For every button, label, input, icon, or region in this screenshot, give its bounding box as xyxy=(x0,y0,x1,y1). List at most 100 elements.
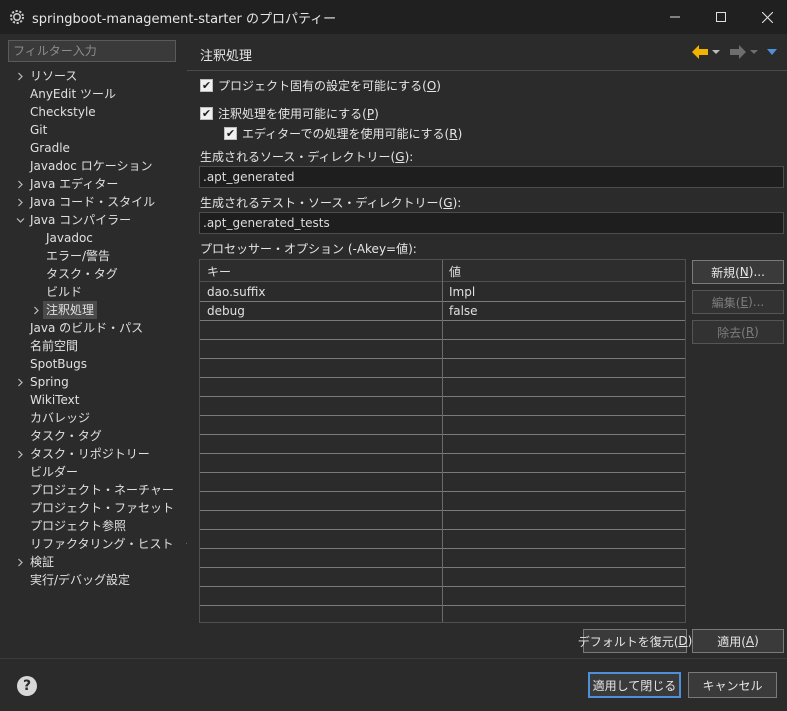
back-dropdown-icon[interactable] xyxy=(711,44,721,60)
tree-item[interactable]: ビルド xyxy=(0,283,176,301)
project-specific-label: プロジェクト固有の設定を可能にする(O) xyxy=(218,78,441,93)
chevron-right-icon[interactable] xyxy=(15,67,25,85)
tree-item-label: Java コード・スタイル xyxy=(30,195,156,209)
tree-item-label: プロジェクト・ネーチャー xyxy=(30,483,174,497)
tree-item-label: エラー/警告 xyxy=(46,249,111,263)
tree-item-label: SpotBugs xyxy=(30,357,87,371)
apply-and-close-button[interactable]: 適用して閉じる xyxy=(588,672,681,698)
remove-button[interactable]: 除去(R) xyxy=(692,320,784,344)
chevron-right-icon[interactable] xyxy=(15,553,25,571)
tree-item[interactable]: リソース xyxy=(0,67,176,85)
tree-item[interactable]: Java コンパイラー xyxy=(0,211,176,229)
source-dir-field[interactable] xyxy=(199,166,784,188)
tree-item-label: Javadoc xyxy=(46,231,93,245)
tree-item-label: WikiText xyxy=(30,393,80,407)
close-icon xyxy=(761,11,773,23)
chevron-right-icon[interactable] xyxy=(15,445,25,463)
tree-item[interactable]: プロジェクト・ネーチャー xyxy=(0,481,176,499)
tree-item[interactable]: タスク・タグ xyxy=(0,427,176,445)
sidebar: リソース AnyEdit ツール Checkstyle Git Gradle Javado… xyxy=(0,34,198,658)
table-cell-key: dao.suffix xyxy=(207,285,266,299)
tree-item[interactable]: Checkstyle xyxy=(0,103,176,121)
tree-item[interactable]: プロジェクト参照 xyxy=(0,517,176,535)
tree-item-label: Gradle xyxy=(30,141,70,155)
tree-item[interactable]: ビルダー xyxy=(0,463,176,481)
tree-item[interactable]: Gradle xyxy=(0,139,176,157)
checkbox-checked-icon: ✔ xyxy=(200,106,213,120)
maximize-button[interactable] xyxy=(698,0,744,34)
preference-tree: リソース AnyEdit ツール Checkstyle Git Gradle Javado… xyxy=(0,67,198,589)
chevron-right-icon[interactable] xyxy=(15,373,25,391)
tree-item[interactable]: Java エディター xyxy=(0,175,176,193)
tree-item[interactable]: プロジェクト・ファセット xyxy=(0,499,176,517)
column-divider xyxy=(442,260,443,622)
tree-item[interactable]: エラー/警告 xyxy=(0,247,176,265)
apply-button[interactable]: 適用(A) xyxy=(692,629,784,653)
test-source-dir-field[interactable] xyxy=(199,212,784,234)
tree-item[interactable]: 名前空間 xyxy=(0,337,176,355)
tree-item[interactable]: Git xyxy=(0,121,176,139)
tree-item-label: Checkstyle xyxy=(30,105,96,119)
new-button[interactable]: 新規(N)... xyxy=(692,260,784,284)
tree-item-label: プロジェクト参照 xyxy=(30,519,127,533)
tree-item-label: タスク・リポジトリー xyxy=(30,447,150,461)
tree-item-label: 名前空間 xyxy=(30,339,79,353)
project-specific-checkbox[interactable]: ✔ プロジェクト固有の設定を可能にする(O) xyxy=(200,76,441,94)
forward-dropdown-icon[interactable] xyxy=(749,44,759,60)
tree-item[interactable]: Javadoc ロケーション xyxy=(0,157,176,175)
maximize-icon xyxy=(716,12,726,22)
dialog-footer: ? 適用して閉じる キャンセル xyxy=(0,659,787,711)
gear-icon xyxy=(10,10,24,24)
column-header-key[interactable]: キー xyxy=(207,263,231,280)
tree-item[interactable]: Spring xyxy=(0,373,176,391)
enable-editor-processing-label: エディターでの処理を使用可能にする(R) xyxy=(242,126,463,141)
restore-defaults-button[interactable]: デフォルトを復元(D) xyxy=(578,629,692,653)
tree-item[interactable]: カバレッジ xyxy=(0,409,176,427)
checkbox-checked-icon: ✔ xyxy=(224,126,237,140)
cancel-button[interactable]: キャンセル xyxy=(688,672,777,698)
tree-item[interactable]: リファクタリング・ヒストリー xyxy=(0,535,198,553)
tree-item[interactable]: Javadoc xyxy=(0,229,176,247)
processor-options-label: プロセッサー・オプション (-Akey=値): xyxy=(200,242,417,256)
chevron-down-icon[interactable] xyxy=(15,211,25,229)
help-icon[interactable]: ? xyxy=(17,676,37,696)
sash[interactable] xyxy=(176,34,186,658)
page-nav xyxy=(691,44,779,60)
close-button[interactable] xyxy=(744,0,787,34)
column-header-value[interactable]: 値 xyxy=(449,263,461,280)
tree-item[interactable]: SpotBugs xyxy=(0,355,176,373)
tree-item[interactable]: AnyEdit ツール xyxy=(0,85,176,103)
back-arrow-icon[interactable] xyxy=(691,44,709,60)
tree-item[interactable]: 実行/デバッグ設定 xyxy=(0,571,176,589)
enable-editor-processing-checkbox[interactable]: ✔ エディターでの処理を使用可能にする(R) xyxy=(224,124,462,142)
tree-item-label: ビルダー xyxy=(30,465,79,479)
enable-annotation-checkbox[interactable]: ✔ 注釈処理を使用可能にする(P) xyxy=(200,104,379,122)
window-title: springboot-management-starter のプロパティー xyxy=(32,11,337,27)
processor-options-table[interactable]: キー 値 dao.suffix Impl debug false xyxy=(199,259,686,623)
tree-item-label: カバレッジ xyxy=(30,411,91,425)
tree-item[interactable]: 注釈処理 xyxy=(0,301,176,319)
filter-input[interactable] xyxy=(8,40,176,62)
forward-arrow-icon[interactable] xyxy=(729,44,747,60)
chevron-right-icon[interactable] xyxy=(15,175,25,193)
chevron-right-icon[interactable] xyxy=(15,193,25,211)
tree-item[interactable]: タスク・タグ xyxy=(0,265,176,283)
page-panel: 注釈処理 ✔ プロジェクト固有の設定を可能にする(O) ✔ 注釈処理を使用可能に… xyxy=(187,34,787,658)
view-menu-icon[interactable] xyxy=(765,44,779,60)
minimize-button[interactable] xyxy=(652,0,698,34)
chevron-right-icon[interactable] xyxy=(31,301,41,319)
tree-item-label: Javadoc ロケーション xyxy=(30,159,153,173)
table-cell-value: false xyxy=(449,304,478,318)
source-dir-label: 生成されるソース・ディレクトリー(G): xyxy=(200,150,414,164)
tree-item[interactable]: WikiText xyxy=(0,391,176,409)
tree-item-label: Spring xyxy=(30,375,69,389)
edit-button[interactable]: 編集(E)... xyxy=(692,290,784,314)
tree-item-label: 実行/デバッグ設定 xyxy=(30,573,131,587)
table-cell-key: debug xyxy=(207,304,245,318)
tree-item-label: Java のビルド・パス xyxy=(30,321,144,335)
tree-item[interactable]: 検証 xyxy=(0,553,176,571)
tree-item[interactable]: タスク・リポジトリー xyxy=(0,445,176,463)
tree-item-label: タスク・タグ xyxy=(30,429,102,443)
tree-item[interactable]: Java のビルド・パス xyxy=(0,319,176,337)
tree-item[interactable]: Java コード・スタイル xyxy=(0,193,176,211)
